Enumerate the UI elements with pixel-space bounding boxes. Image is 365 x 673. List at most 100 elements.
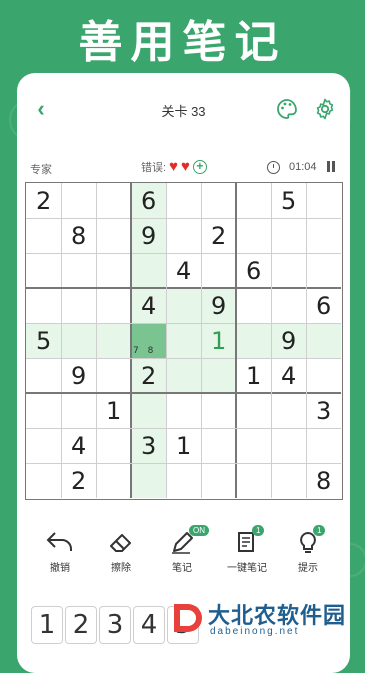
sudoku-cell[interactable]: 7 8 (131, 323, 167, 359)
eraser-icon (110, 534, 131, 552)
sudoku-cell[interactable] (271, 218, 306, 253)
sudoku-cell[interactable] (166, 288, 202, 324)
sudoku-cell[interactable] (166, 393, 201, 428)
sudoku-cell[interactable]: 4 (131, 288, 167, 324)
sudoku-cell[interactable]: 4 (166, 253, 201, 288)
sudoku-cell[interactable] (306, 218, 341, 253)
number-button-4[interactable]: 4 (133, 606, 165, 644)
sudoku-cell[interactable] (201, 183, 236, 218)
notes-button[interactable]: ON 笔记 (157, 525, 209, 574)
sudoku-cell[interactable]: 1 (201, 323, 237, 359)
sudoku-cell[interactable] (26, 288, 61, 323)
pause-icon[interactable] (326, 161, 336, 172)
hint-button[interactable]: 1 提示 (283, 525, 333, 574)
palette-icon[interactable] (275, 97, 299, 121)
sudoku-cell[interactable] (26, 358, 61, 393)
sudoku-cell[interactable] (236, 393, 271, 428)
sudoku-cell[interactable] (306, 183, 341, 218)
sudoku-cell[interactable]: 1 (236, 358, 271, 393)
sudoku-cell[interactable] (26, 428, 61, 463)
sudoku-cell[interactable] (271, 393, 306, 428)
sudoku-cell[interactable] (306, 253, 341, 288)
sudoku-cell[interactable]: 1 (96, 393, 131, 428)
sudoku-cell[interactable] (61, 253, 96, 288)
sudoku-cell[interactable] (166, 463, 201, 498)
sudoku-cell[interactable] (166, 218, 201, 253)
sudoku-cell[interactable] (61, 323, 97, 359)
undo-icon (46, 532, 72, 551)
sudoku-cell[interactable] (236, 183, 271, 218)
sudoku-cell[interactable] (166, 358, 202, 394)
sudoku-cell[interactable] (236, 218, 271, 253)
sudoku-cell[interactable]: 6 (236, 253, 271, 288)
sudoku-cell[interactable] (96, 323, 132, 359)
add-life-icon[interactable]: + (192, 160, 207, 174)
sudoku-cell[interactable]: 9 (131, 218, 167, 254)
sudoku-cell[interactable]: 6 (131, 183, 167, 219)
auto-notes-button[interactable]: 1 一键笔记 (222, 525, 272, 574)
sudoku-cell[interactable] (131, 393, 167, 429)
erase-button[interactable]: 擦除 (96, 527, 146, 574)
sudoku-cell[interactable]: 8 (61, 218, 96, 253)
sudoku-cell[interactable]: 9 (271, 323, 307, 359)
sudoku-cell[interactable]: 9 (201, 288, 237, 324)
sudoku-cell[interactable] (96, 463, 131, 498)
number-button-1[interactable]: 1 (31, 606, 63, 644)
sudoku-cell[interactable] (61, 288, 96, 323)
watermark: 大北农软件园 dabeinong.net (170, 596, 365, 644)
sudoku-cell[interactable] (236, 428, 271, 463)
sudoku-cell[interactable] (96, 288, 131, 323)
sudoku-cell[interactable] (96, 183, 131, 218)
sudoku-cell[interactable] (26, 463, 61, 498)
sudoku-cell[interactable]: 9 (61, 358, 96, 393)
sudoku-cell[interactable] (236, 288, 271, 323)
sudoku-cell[interactable] (271, 428, 306, 463)
sudoku-cell[interactable] (306, 358, 341, 393)
sudoku-cell[interactable]: 5 (26, 323, 62, 359)
sudoku-cell[interactable] (131, 463, 167, 499)
sudoku-cell[interactable] (271, 288, 306, 323)
sudoku-cell[interactable] (26, 393, 61, 428)
sudoku-cell[interactable]: 5 (271, 183, 306, 218)
sudoku-cell[interactable]: 2 (61, 463, 96, 498)
sudoku-cell[interactable] (96, 428, 131, 463)
sudoku-cell[interactable] (166, 323, 202, 359)
sudoku-cell[interactable] (61, 393, 96, 428)
sudoku-cell[interactable] (201, 463, 236, 498)
sudoku-cell[interactable] (271, 253, 306, 288)
sudoku-cell[interactable]: 2 (201, 218, 236, 253)
grid-line (26, 322, 341, 324)
sudoku-cell[interactable]: 2 (131, 358, 167, 394)
sudoku-cell[interactable] (131, 253, 167, 289)
sudoku-cell[interactable] (26, 253, 61, 288)
sudoku-cell[interactable]: 1 (166, 428, 201, 463)
sudoku-cell[interactable] (201, 358, 237, 394)
sudoku-cell[interactable] (61, 183, 96, 218)
sudoku-cell[interactable] (26, 218, 61, 253)
sudoku-cell[interactable]: 4 (271, 358, 306, 393)
sudoku-cell[interactable] (201, 393, 236, 428)
sudoku-cell[interactable] (201, 428, 236, 463)
undo-button[interactable]: 撤销 (35, 527, 85, 574)
sudoku-cell[interactable]: 6 (306, 288, 341, 323)
sudoku-cell[interactable]: 4 (61, 428, 96, 463)
sudoku-cell[interactable] (166, 183, 201, 218)
number-button-2[interactable]: 2 (65, 606, 97, 644)
sudoku-cell[interactable]: 2 (26, 183, 61, 218)
sudoku-cell[interactable] (96, 253, 131, 288)
number-button-3[interactable]: 3 (99, 606, 131, 644)
gear-icon[interactable] (313, 97, 337, 121)
sudoku-cell[interactable]: 3 (306, 393, 341, 428)
sudoku-cell[interactable] (201, 253, 236, 288)
sudoku-cell[interactable] (306, 428, 341, 463)
sudoku-cell[interactable] (236, 323, 272, 359)
auto-notes-label: 一键笔记 (227, 563, 267, 574)
sudoku-cell[interactable]: 3 (131, 428, 167, 464)
sudoku-cell[interactable] (236, 463, 271, 498)
sudoku-cell[interactable] (96, 358, 131, 393)
sudoku-cell[interactable] (96, 218, 131, 253)
sudoku-cell[interactable] (306, 323, 342, 359)
sudoku-cell[interactable] (271, 463, 306, 498)
app-screen: ‹ 关卡 33 专家 错误: ♥ ♥ + 01:04 2658924649657… (17, 73, 350, 673)
sudoku-cell[interactable]: 8 (306, 463, 341, 498)
